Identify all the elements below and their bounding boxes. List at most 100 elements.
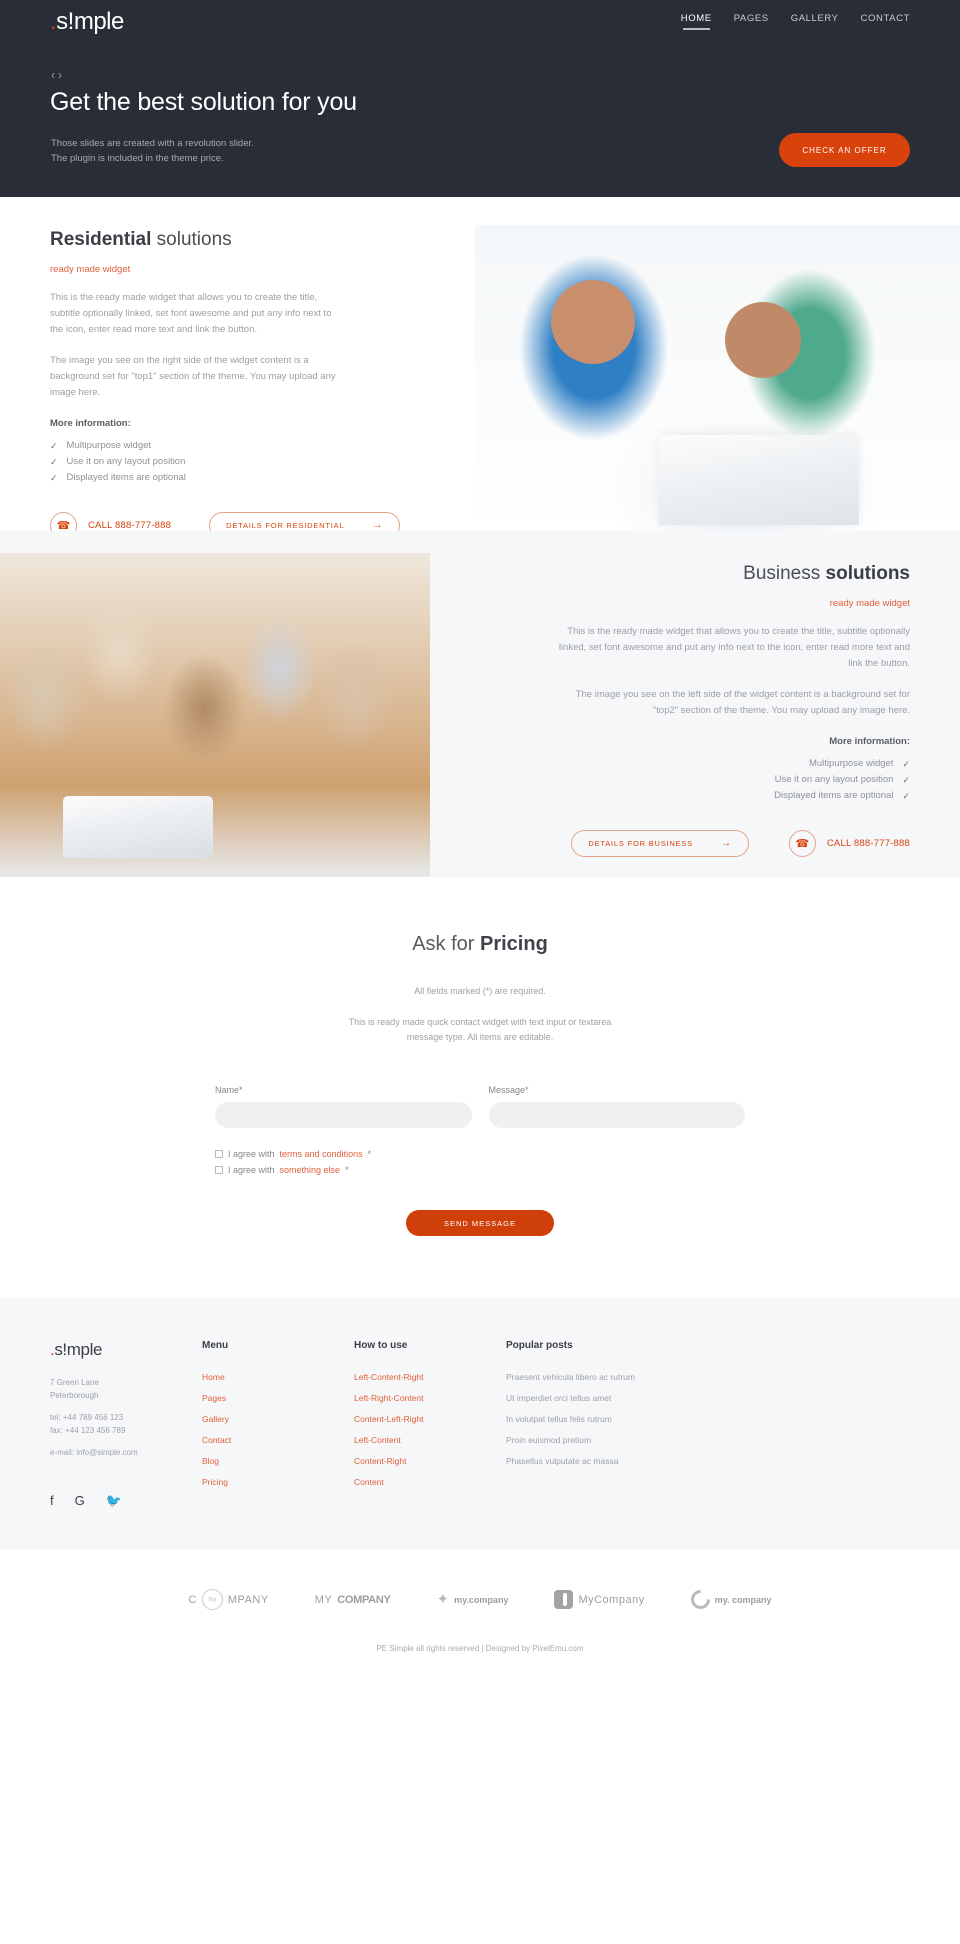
agree-terms-prefix: I agree with [228, 1149, 275, 1159]
footer-post-1[interactable]: Ut imperdiet orci tellus amet [506, 1388, 746, 1409]
agree-other-suffix: * [345, 1165, 349, 1175]
slider-prev-icon[interactable]: ‹ [51, 68, 58, 82]
company-logo-2[interactable]: MY COMPANY [315, 1594, 391, 1606]
footer-link-home[interactable]: Home [202, 1367, 354, 1388]
residential-call-block[interactable]: ☎ CALL 888-777-888 [50, 512, 171, 531]
business-feature-list: Multipurpose widget ✓ Use it on any layou… [555, 756, 910, 804]
slider-next-icon[interactable]: › [58, 68, 65, 82]
check-icon: ✓ [50, 441, 58, 451]
nav-item-pages[interactable]: PAGES [734, 13, 769, 30]
terms-and-conditions-link[interactable]: terms and conditions [280, 1146, 363, 1162]
main-navigation: HOME PAGES GALLERY CONTACT [681, 13, 910, 30]
footer-layout-left-content[interactable]: Left-Content [354, 1430, 506, 1451]
check-icon: ✓ [50, 457, 58, 467]
contact-form: Name* Message* I agree with terms and co… [215, 1085, 745, 1236]
check-icon: ✓ [50, 473, 58, 483]
send-message-button[interactable]: SEND MESSAGE [406, 1210, 554, 1236]
footer-logo[interactable]: .s!mple [50, 1340, 202, 1360]
business-section: Business solutions ready made widget Thi… [0, 531, 960, 877]
google-plus-icon[interactable]: G [75, 1493, 85, 1509]
footer-layout-content-right[interactable]: Content-Right [354, 1451, 506, 1472]
square-mark-icon [554, 1590, 574, 1609]
facebook-icon[interactable]: f [50, 1493, 54, 1509]
footer-layout-left-right-content[interactable]: Left-Right-Content [354, 1388, 506, 1409]
nav-item-gallery[interactable]: GALLERY [791, 13, 839, 30]
footer-menu-heading: Menu [202, 1340, 229, 1351]
business-list-item-1: Use it on any layout position [774, 774, 894, 785]
business-actions: DETAILS FOR BUSINESS → ☎ CALL 888-777-88… [555, 830, 910, 857]
business-subtitle[interactable]: ready made widget [555, 598, 910, 609]
business-list-item-0: Multipurpose widget [808, 758, 894, 769]
company-logo-1-pre: C [188, 1593, 197, 1606]
agreements: I agree with terms and conditions * I ag… [215, 1146, 745, 1178]
address-line-1: 7 Green Lane [50, 1378, 99, 1387]
residential-phone-label: CALL 888-777-888 [88, 520, 172, 531]
footer-link-pages[interactable]: Pages [202, 1388, 354, 1409]
details-for-residential-button[interactable]: DETAILS FOR RESIDENTIAL → [209, 512, 401, 531]
business-title-bold: solutions [820, 563, 910, 584]
twitter-icon[interactable]: 🐦 [106, 1493, 122, 1509]
something-else-link[interactable]: something else [280, 1162, 341, 1178]
footer-link-pricing[interactable]: Pricing [202, 1472, 354, 1493]
business-call-block[interactable]: ☎ CALL 888-777-888 [788, 830, 910, 857]
footer-section: .s!mple 7 Green Lane Peterborough tel: +… [0, 1298, 960, 1549]
footer-post-4[interactable]: Phasellus vulputate ac massa [506, 1451, 746, 1472]
nav-item-contact[interactable]: CONTACT [861, 13, 910, 30]
business-list-item-2: Displayed items are optional [774, 790, 894, 801]
arrow-right-icon: → [372, 520, 384, 531]
check-an-offer-button[interactable]: CHECK AN OFFER [779, 133, 910, 167]
company-logo-4[interactable]: MyCompany [554, 1590, 644, 1609]
footer-menu-column: Menu Home Pages Gallery Contact Blog Pri… [202, 1340, 354, 1509]
required-fields-note: All fields marked (*) are required. [414, 986, 546, 996]
pricing-title: Ask for Pricing [0, 933, 960, 956]
footer-post-2[interactable]: In volutpat tellus felis rutrum [506, 1409, 746, 1430]
pricing-section: Ask for Pricing All fields marked (*) ar… [0, 877, 960, 1298]
company-logo-5-post: my. company [714, 1594, 772, 1605]
list-item: Use it on any layout position ✓ [555, 772, 910, 788]
logo-text: s!mple [56, 8, 124, 35]
pricing-widget-note-line2: message type. All items are editable. [406, 1032, 554, 1042]
pricing-title-light: Ask for [412, 933, 480, 955]
footer-layout-left-content-right[interactable]: Left-Content-Right [354, 1367, 506, 1388]
footer-email[interactable]: e-mail: info@simple.com [50, 1446, 202, 1459]
pricing-title-bold: Pricing [480, 933, 548, 955]
check-icon: ✓ [902, 791, 910, 801]
client-logos-row: C my MPANY MY COMPANY ✦ my.company MyCom… [0, 1586, 960, 1613]
footer-link-gallery[interactable]: Gallery [202, 1409, 354, 1430]
hero-title: Get the best solution for you [50, 88, 357, 116]
company-logo-4-post: MyCompany [578, 1593, 645, 1606]
message-input[interactable] [488, 1102, 745, 1128]
footer-layout-content-left-right[interactable]: Content-Left-Right [354, 1409, 506, 1430]
business-background-photo [0, 553, 430, 877]
residential-actions: ☎ CALL 888-777-888 DETAILS FOR RESIDENTI… [50, 512, 910, 531]
check-icon: ✓ [902, 759, 910, 769]
details-for-business-button[interactable]: DETAILS FOR BUSINESS → [571, 830, 749, 857]
list-item: ✓ Multipurpose widget [50, 438, 910, 454]
company-logo-1[interactable]: C my MPANY [188, 1589, 268, 1610]
company-logo-3[interactable]: ✦ my.company [437, 1592, 509, 1607]
footer-address: 7 Green Lane Peterborough tel: +44 789 4… [50, 1376, 202, 1459]
arrow-right-icon: → [721, 838, 732, 849]
company-logo-5[interactable]: my. company [686, 1586, 772, 1613]
agreement-row-other: I agree with something else * [215, 1162, 745, 1178]
something-else-checkbox[interactable] [215, 1166, 223, 1174]
residential-feature-list: ✓ Multipurpose widget ✓ Use it on any layo… [50, 438, 910, 486]
client-logos-section: C my MPANY MY COMPANY ✦ my.company MyCom… [0, 1549, 960, 1671]
residential-list-item-2: Displayed items are optional [66, 472, 186, 483]
footer-post-3[interactable]: Proin euismod pretium [506, 1430, 746, 1451]
list-item: Multipurpose widget ✓ [555, 756, 910, 772]
phone-icon: ☎ [788, 830, 816, 857]
business-paragraph-1: This is the ready made widget that allow… [558, 626, 910, 669]
footer-layout-content[interactable]: Content [354, 1472, 506, 1493]
nav-item-home[interactable]: HOME [681, 13, 712, 30]
footer-post-0[interactable]: Praesent vehicula libero ac rutrum [506, 1367, 746, 1388]
residential-subtitle[interactable]: ready made widget [50, 264, 910, 275]
site-logo[interactable]: .s!mple [50, 8, 124, 36]
terms-checkbox[interactable] [215, 1150, 223, 1158]
footer-link-contact[interactable]: Contact [202, 1430, 354, 1451]
check-icon: ✓ [902, 775, 910, 785]
residential-list-item-0: Multipurpose widget [66, 440, 152, 451]
social-links: f G 🐦 [50, 1493, 202, 1509]
footer-link-blog[interactable]: Blog [202, 1451, 354, 1472]
name-input[interactable] [215, 1102, 472, 1128]
